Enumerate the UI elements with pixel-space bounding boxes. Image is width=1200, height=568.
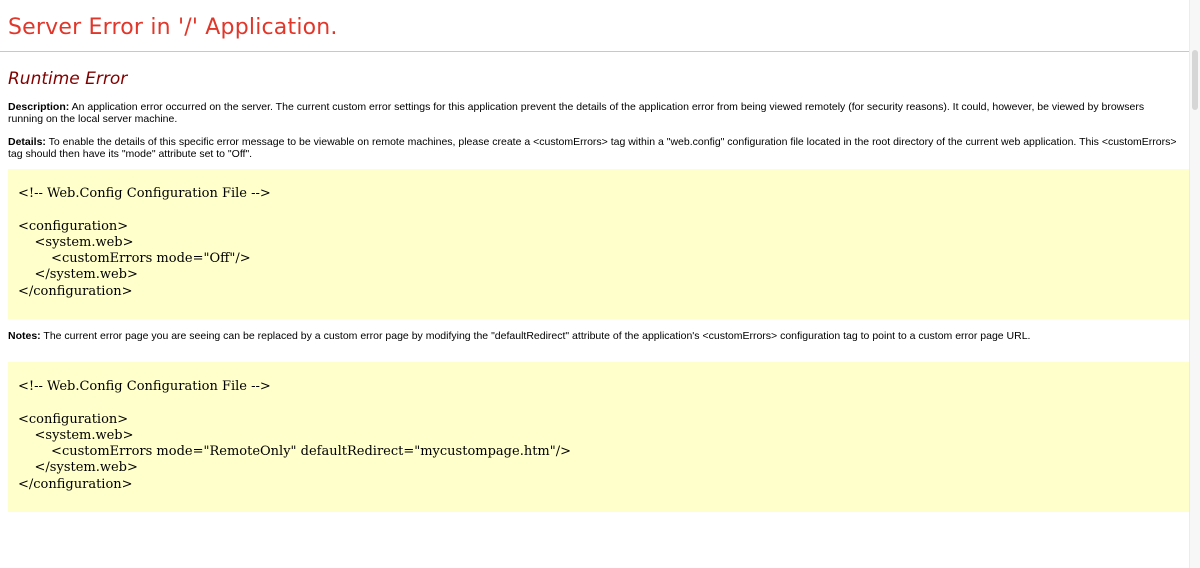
config-code-block-off: <!-- Web.Config Configuration File --> <… (8, 169, 1190, 319)
page-content: Server Error in '/' Application. Runtime… (0, 0, 1190, 512)
code-line: <customErrors mode="Off"/> (18, 251, 251, 267)
description-section: Description: An application error occurr… (0, 90, 1190, 125)
details-section: Details: To enable the details of this s… (0, 125, 1190, 160)
code-line: </configuration> (18, 283, 133, 299)
code-line: <system.web> (18, 427, 134, 443)
vertical-scrollbar[interactable] (1189, 0, 1200, 568)
page-title: Server Error in '/' Application. (8, 15, 338, 40)
code-line: <configuration> (18, 218, 129, 234)
code-line: </configuration> (18, 476, 133, 492)
code-line: </system.web> (18, 460, 138, 476)
code-line: <!-- Web.Config Configuration File --> (18, 186, 271, 201)
code-line: <configuration> (18, 411, 129, 427)
error-page: Server Error in '/' Application. Runtime… (0, 0, 1200, 568)
scrollbar-thumb[interactable] (1192, 50, 1198, 110)
details-label: Details: (8, 136, 46, 148)
code-line: <customErrors mode="RemoteOnly" defaultR… (18, 444, 572, 460)
code-line: <!-- Web.Config Configuration File --> (18, 379, 271, 394)
description-label: Description: (8, 101, 70, 113)
code-line: <system.web> (18, 234, 134, 250)
config-code-block-redirect: <!-- Web.Config Configuration File --> <… (8, 362, 1190, 512)
notes-label: Notes: (8, 330, 41, 342)
notes-section: Notes: The current error page you are se… (0, 319, 1190, 342)
error-heading: Runtime Error (8, 69, 128, 89)
details-text: To enable the details of this specific e… (8, 136, 1177, 160)
code-line: </system.web> (18, 267, 138, 283)
notes-text: The current error page you are seeing ca… (40, 330, 1031, 342)
description-text: An application error occurred on the ser… (8, 101, 1145, 125)
